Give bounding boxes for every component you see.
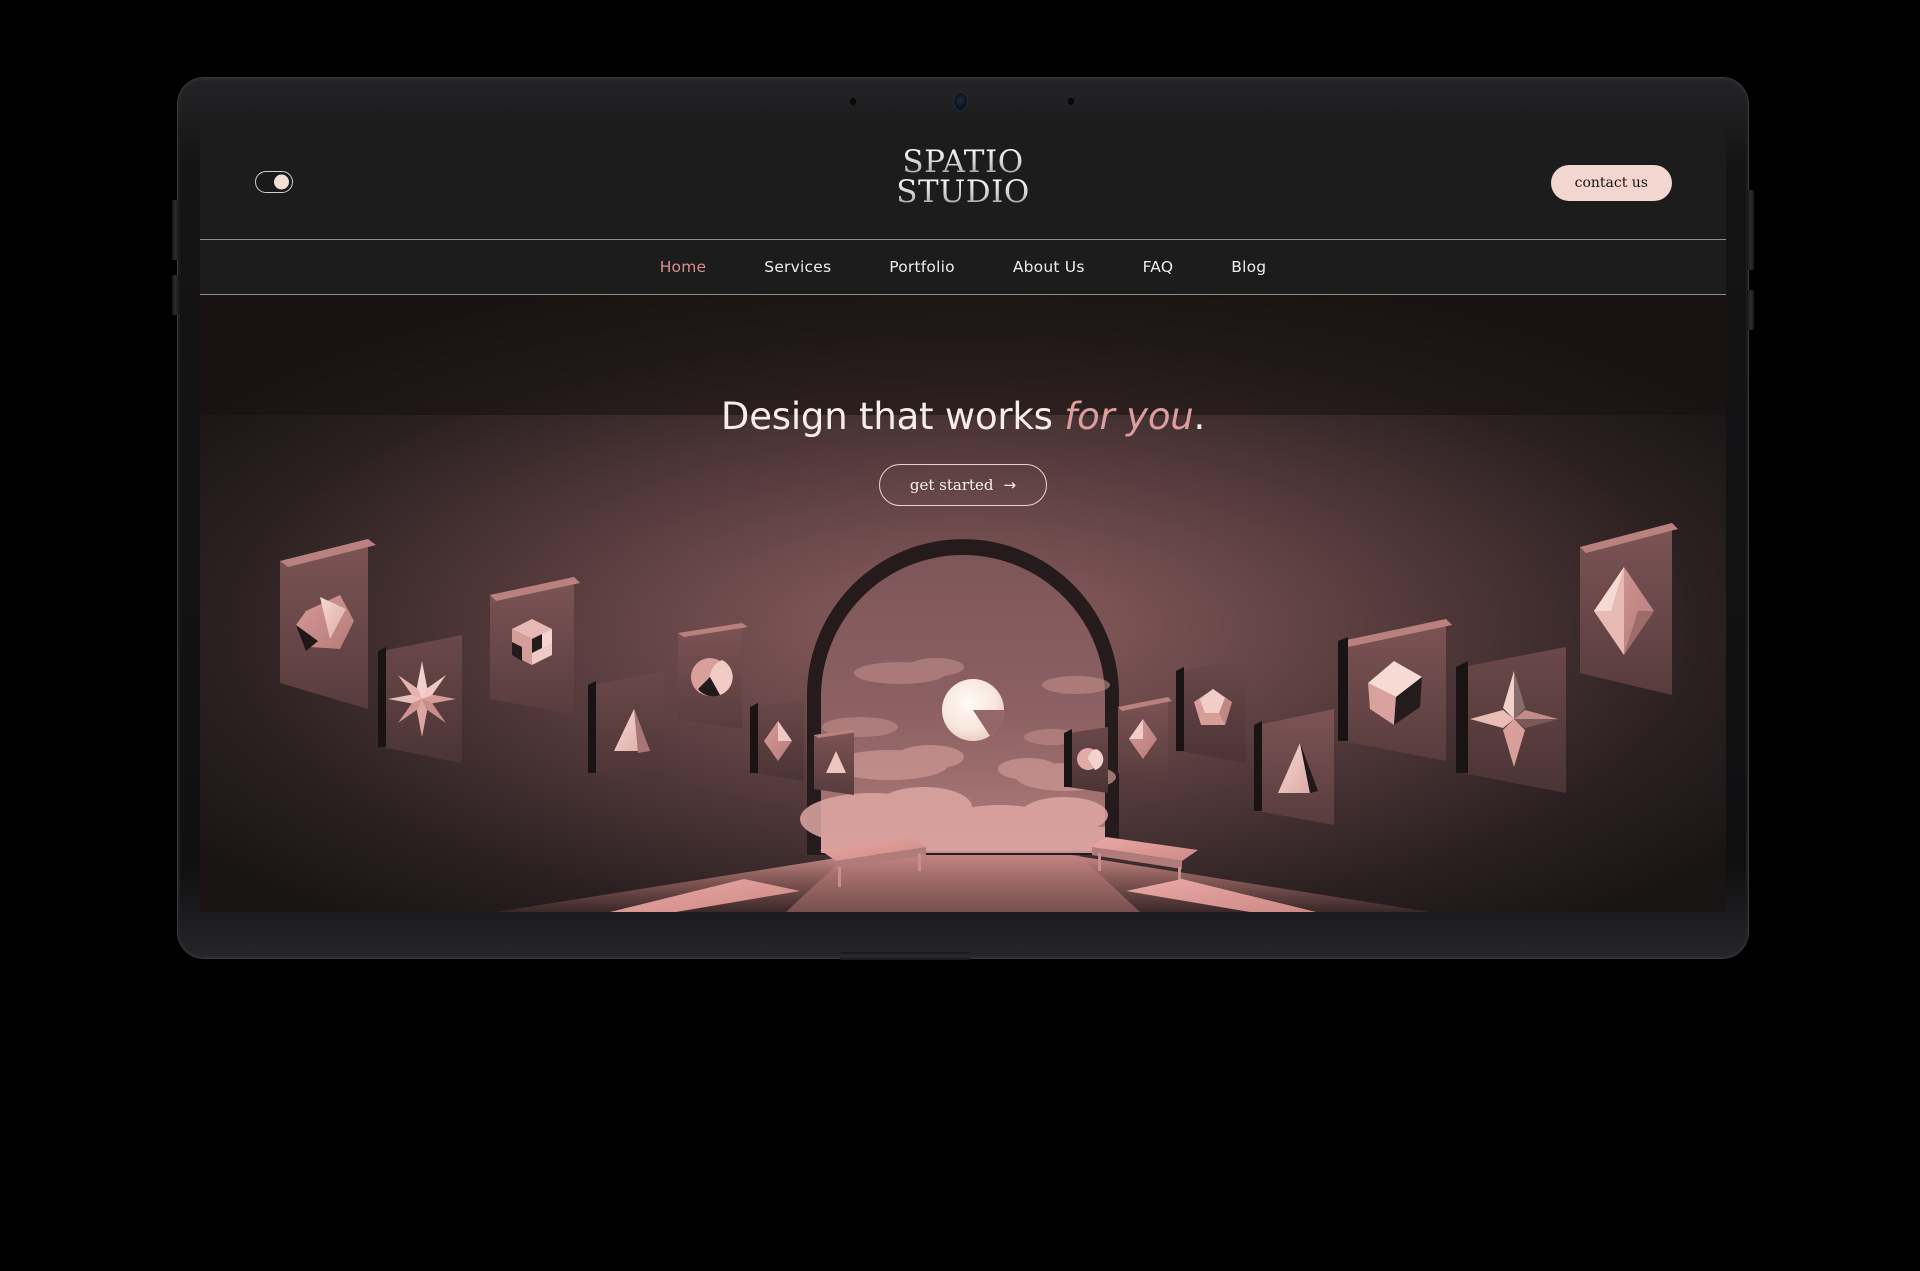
panel-pyramid-right xyxy=(1254,709,1334,825)
panel-dodecahedron xyxy=(1176,659,1246,763)
nav-item-portfolio[interactable]: Portfolio xyxy=(883,255,961,279)
camera-icon xyxy=(954,93,967,110)
headline-accent: for you xyxy=(1064,395,1194,438)
get-started-button[interactable]: get started → xyxy=(878,464,1048,506)
device-button-right-upper[interactable] xyxy=(1747,190,1754,270)
sensor-icon-left xyxy=(850,98,856,105)
panel-octahedron-right xyxy=(1118,697,1172,781)
panel-icosahedron xyxy=(280,539,376,709)
headline-tail: . xyxy=(1193,395,1206,438)
panel-triangle-prism xyxy=(588,671,664,787)
nav-item-about-us[interactable]: About Us xyxy=(1007,255,1091,279)
nav-item-home[interactable]: Home xyxy=(654,255,713,279)
hero-headline: Design that works for you. xyxy=(200,395,1726,438)
nav-item-services[interactable]: Services xyxy=(758,255,837,279)
hero-artwork xyxy=(200,295,1726,912)
moon-icon xyxy=(942,679,1005,741)
toggle-knob-icon xyxy=(274,174,289,190)
panel-sphere-small-right xyxy=(1064,727,1108,793)
panel-cube-right xyxy=(1338,619,1452,761)
panel-small-pyramid xyxy=(814,729,858,795)
get-started-label: get started xyxy=(909,476,994,494)
sensor-icon-right xyxy=(1068,98,1074,105)
device-button-right-lower[interactable] xyxy=(1747,290,1754,330)
logo-line-1: SPATIO xyxy=(896,146,1030,177)
device-button-bottom[interactable] xyxy=(840,952,970,960)
main-navigation: Home Services Portfolio About Us FAQ Blo… xyxy=(200,240,1726,295)
tablet-screen: SPATIO STUDIO contact us Home Services P… xyxy=(200,120,1726,912)
site-logo[interactable]: SPATIO STUDIO xyxy=(896,146,1030,211)
screenshot-stage: SPATIO STUDIO contact us Home Services P… xyxy=(0,0,1920,1271)
arrow-right-icon: → xyxy=(1003,476,1017,494)
hero-section: Design that works for you. get started → xyxy=(200,295,1726,912)
device-button-left-lower[interactable] xyxy=(172,275,179,315)
panel-eight-point-star xyxy=(378,635,462,763)
theme-toggle-switch[interactable] xyxy=(255,171,293,193)
corridor-illustration xyxy=(200,295,1726,912)
device-button-left-upper[interactable] xyxy=(172,200,179,260)
nav-item-faq[interactable]: FAQ xyxy=(1137,255,1180,279)
panel-icosahedron-right xyxy=(1580,523,1678,695)
site-header: SPATIO STUDIO contact us xyxy=(200,120,1726,240)
panel-four-point-star xyxy=(1456,647,1566,793)
contact-us-button[interactable]: contact us xyxy=(1550,165,1672,201)
nav-item-blog[interactable]: Blog xyxy=(1225,255,1272,279)
panel-small-octahedron xyxy=(750,699,804,781)
hero-copy: Design that works for you. get started → xyxy=(200,395,1726,506)
panel-sphere xyxy=(678,623,748,729)
headline-lead: Design that works xyxy=(720,395,1065,438)
panel-checkered-cube xyxy=(490,577,580,715)
logo-line-2: STUDIO xyxy=(896,174,1030,211)
